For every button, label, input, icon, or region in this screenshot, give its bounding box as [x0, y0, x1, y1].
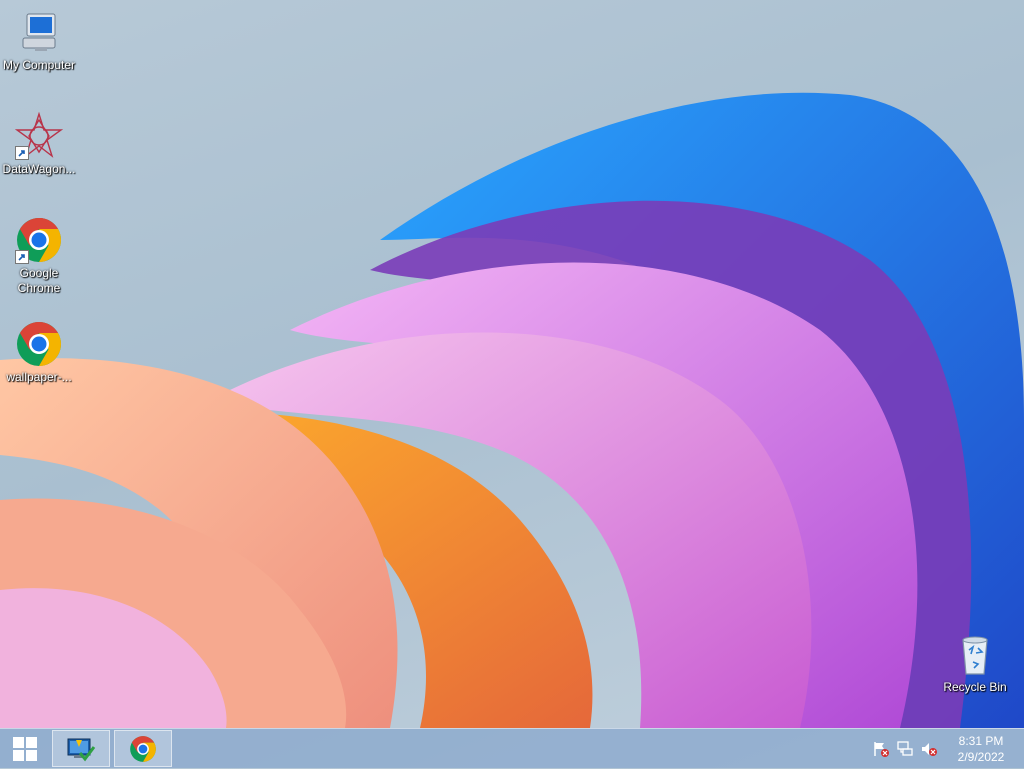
- clock[interactable]: 8:31 PM 2/9/2022: [948, 733, 1014, 765]
- desktop-icon-label: wallpaper-...: [6, 370, 72, 384]
- desktop-wallpaper: [0, 92, 1024, 728]
- desktop-icon-label: Recycle Bin: [943, 680, 1007, 694]
- chrome-icon: [15, 320, 63, 368]
- taskbar-item-action-center[interactable]: [52, 730, 110, 767]
- shortcut-arrow-icon: [15, 146, 29, 160]
- recycle-bin-icon: [951, 630, 999, 678]
- shortcut-arrow-icon: [15, 250, 29, 264]
- taskbar-item-chrome[interactable]: [114, 730, 172, 767]
- clock-time: 8:31 PM: [958, 734, 1004, 748]
- computer-icon: [15, 8, 63, 56]
- chrome-icon: [15, 216, 63, 264]
- desktop-icon-label: DataWagon...: [2, 162, 76, 176]
- desktop-icon-google-chrome[interactable]: Google Chrome: [0, 216, 78, 296]
- system-tray: [872, 729, 938, 769]
- desktop-icon-my-computer[interactable]: My Computer: [0, 8, 78, 73]
- windows-logo-icon: [13, 737, 37, 761]
- desktop-icon-recycle-bin[interactable]: Recycle Bin: [936, 630, 1014, 695]
- chrome-icon: [130, 735, 156, 762]
- desktop-icon-datawagon[interactable]: DataWagon...: [0, 111, 78, 177]
- action-center-icon: [67, 738, 96, 761]
- desktop-icon-label: Google Chrome: [17, 266, 61, 295]
- desktop-icon-wallpaper[interactable]: wallpaper-...: [0, 320, 78, 385]
- clock-date: 2/9/2022: [957, 750, 1005, 764]
- action-center-flag-icon[interactable]: [872, 740, 890, 758]
- datawagon-icon: [14, 111, 64, 160]
- volume-muted-icon[interactable]: [920, 740, 938, 758]
- start-button[interactable]: [0, 729, 50, 769]
- network-icon[interactable]: [896, 740, 914, 758]
- taskbar: 8:31 PM 2/9/2022: [0, 728, 1024, 768]
- desktop-icon-label: My Computer: [2, 58, 76, 72]
